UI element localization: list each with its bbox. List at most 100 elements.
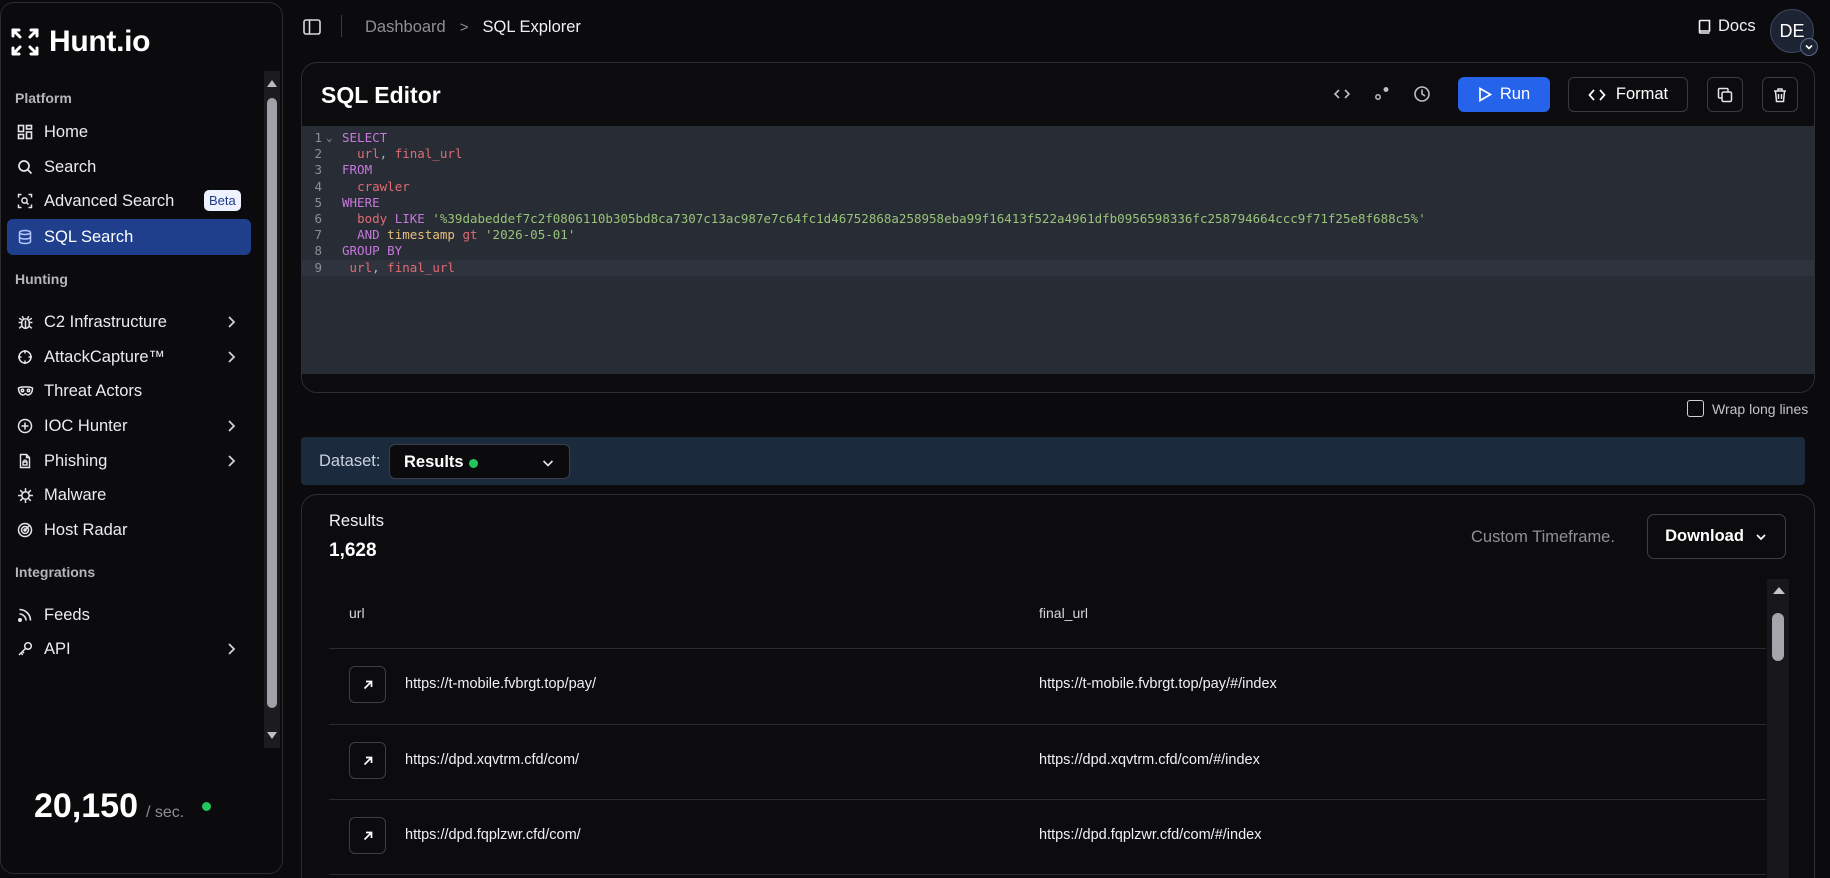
sidebar-item-label: Search <box>44 157 97 176</box>
sidebar-item-ioc-hunter[interactable]: IOC Hunter <box>7 408 251 444</box>
account-menu-chevron-icon[interactable] <box>1800 38 1818 56</box>
sidebar-item-sql-search[interactable]: SQL Search <box>7 219 251 255</box>
results-title: Results <box>329 512 385 530</box>
beta-badge: Beta <box>204 190 241 211</box>
arrow-up-right-icon <box>363 831 372 840</box>
chevron-right-icon <box>228 351 236 363</box>
book-icon <box>1698 19 1711 34</box>
download-button[interactable]: Download <box>1647 514 1786 559</box>
code-line[interactable]: 4 crawler <box>302 178 1814 195</box>
code-line[interactable]: 9 url, final_url <box>302 259 1814 276</box>
copy-button[interactable] <box>1707 77 1743 112</box>
scrollbar-thumb[interactable] <box>267 98 277 708</box>
scroll-down-arrow-icon[interactable] <box>267 732 277 739</box>
history-icon[interactable] <box>1412 84 1432 104</box>
sidebar-item-threat-actors[interactable]: Threat Actors <box>7 373 251 409</box>
column-header-url[interactable]: url <box>349 605 365 621</box>
sidebar-item-attackcapture[interactable]: AttackCapture™ <box>7 339 251 375</box>
cell-final-url[interactable]: https://dpd.fqplzwr.cfd/com/#/index <box>1039 827 1261 843</box>
cell-url[interactable]: https://dpd.fqplzwr.cfd/com/ <box>405 827 581 843</box>
wrap-label: Wrap long lines <box>1712 400 1809 417</box>
dataset-select[interactable]: Results <box>389 444 570 479</box>
code-text: body LIKE '%39dabeddef7c2f0806110b305bd8… <box>357 211 1426 226</box>
sidebar-item-search[interactable]: Search <box>7 149 251 185</box>
fold-chevron-icon[interactable]: ⌄ <box>326 130 333 146</box>
docs-link[interactable]: Docs <box>1697 17 1756 36</box>
cell-url[interactable]: https://t-mobile.fvbrgt.top/pay/ <box>405 676 596 692</box>
rate-value: 20,150 <box>34 787 138 825</box>
row-divider <box>329 874 1766 875</box>
copy-icon <box>1717 87 1733 102</box>
sidebar-item-advanced-search[interactable]: Advanced Search Beta <box>7 183 251 219</box>
open-link-button[interactable] <box>349 742 386 779</box>
sidebar-item-label: IOC Hunter <box>44 416 128 435</box>
wrap-checkbox[interactable] <box>1687 400 1704 417</box>
sparkle-icon[interactable] <box>1372 84 1392 104</box>
column-header-final-url[interactable]: final_url <box>1039 605 1088 621</box>
dataset-bar: Dataset: Results <box>301 437 1805 485</box>
sidebar-item-label: API <box>44 639 71 658</box>
scrollbar-thumb[interactable] <box>1772 613 1784 661</box>
code-line[interactable]: 5 WHERE <box>302 194 1814 211</box>
sidebar-item-c2-infrastructure[interactable]: C2 Infrastructure <box>7 304 251 340</box>
sidebar-item-feeds[interactable]: Feeds <box>7 597 251 633</box>
sidebar-item-host-radar[interactable]: Host Radar <box>7 512 251 548</box>
scroll-up-arrow-icon[interactable] <box>267 80 277 87</box>
code-line[interactable]: 6 body LIKE '%39dabeddef7c2f0806110b305b… <box>302 211 1814 227</box>
scan-search-icon <box>16 192 34 210</box>
sidebar-item-malware[interactable]: Malware <box>7 477 251 513</box>
scroll-up-arrow-icon[interactable] <box>1773 587 1785 594</box>
key-icon <box>16 640 34 658</box>
bug-icon <box>16 313 34 331</box>
sidebar-item-label: Phishing <box>44 451 108 470</box>
results-card: Results 1,628 Custom Timeframe. Download… <box>301 494 1815 878</box>
chevron-down-icon <box>1756 533 1766 540</box>
code-icon[interactable] <box>1332 84 1352 104</box>
radar-icon <box>16 521 34 539</box>
breadcrumb-current: SQL Explorer <box>482 18 581 36</box>
sidebar-item-label: Threat Actors <box>44 381 143 400</box>
wrap-long-lines-toggle[interactable]: Wrap long lines <box>1687 400 1808 417</box>
sidebar-item-phishing[interactable]: Phishing <box>7 443 251 479</box>
logo[interactable]: Hunt.io <box>9 25 151 59</box>
code-line[interactable]: 3 FROM <box>302 162 1814 178</box>
sidebar-item-home[interactable]: Home <box>7 114 251 150</box>
sidebar-item-api[interactable]: API <box>7 631 251 667</box>
line-number: 5 <box>314 194 322 210</box>
format-button[interactable]: Format <box>1568 77 1688 112</box>
breadcrumb-dashboard[interactable]: Dashboard <box>365 18 446 37</box>
code-line[interactable]: 1 ⌄ SELECT <box>302 130 1814 146</box>
code-brackets-icon <box>1588 88 1606 101</box>
breadcrumb-separator: > <box>459 19 469 36</box>
sidebar-item-label: SQL Search <box>44 227 134 246</box>
cell-url[interactable]: https://dpd.xqvtrm.cfd/com/ <box>405 752 579 768</box>
topbar-divider <box>341 15 342 37</box>
code-line[interactable]: 7 AND timestamp gt '2026-05-01' <box>302 227 1814 243</box>
editor-title: SQL Editor <box>321 82 441 108</box>
open-link-button[interactable] <box>349 817 386 854</box>
dataset-selected-value: Results <box>404 453 464 471</box>
table-row: https://dpd.xqvtrm.cfd/com/ https://dpd.… <box>329 725 1766 800</box>
line-number: 4 <box>314 178 322 194</box>
ingest-rate: 20,150 / sec. <box>34 787 212 826</box>
plus-circle-icon <box>16 417 34 435</box>
section-title-integrations: Integrations <box>15 564 96 580</box>
sidebar-scrollbar[interactable] <box>264 71 280 748</box>
run-button[interactable]: Run <box>1458 77 1550 112</box>
delete-button[interactable] <box>1762 77 1798 112</box>
code-line[interactable]: 8 GROUP BY <box>302 243 1814 259</box>
cell-final-url[interactable]: https://t-mobile.fvbrgt.top/pay/#/index <box>1039 676 1277 692</box>
dataset-label: Dataset: <box>319 452 381 470</box>
code-text: SELECT <box>342 130 388 145</box>
timeframe-label: Custom Timeframe. <box>1471 528 1615 546</box>
dataset-status-dot <box>469 459 478 468</box>
sidebar-toggle-icon[interactable] <box>302 17 322 37</box>
table-scrollbar[interactable] <box>1767 579 1789 878</box>
code-line[interactable]: 2 url, final_url <box>302 146 1814 162</box>
section-title-platform: Platform <box>15 90 72 106</box>
open-link-button[interactable] <box>349 666 386 703</box>
cell-final-url[interactable]: https://dpd.xqvtrm.cfd/com/#/index <box>1039 752 1260 768</box>
code-editor[interactable]: 1 ⌄ SELECT 2 url, final_url 3 FROM 4 crawler 5 W… <box>302 126 1814 374</box>
code-text: url, final_url <box>357 146 463 162</box>
format-label: Format <box>1615 85 1669 103</box>
